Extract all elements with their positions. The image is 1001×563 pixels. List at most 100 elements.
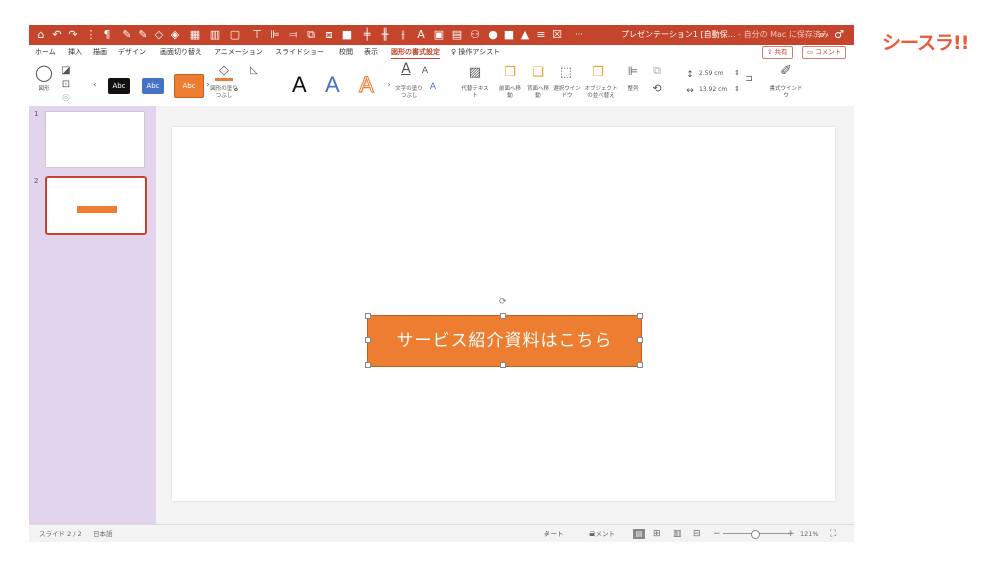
text-outline-icon[interactable]: A xyxy=(419,64,431,78)
zoom-out-icon[interactable]: − xyxy=(713,525,721,542)
comment-button[interactable]: ▭ コメント xyxy=(802,46,847,59)
shape-icon[interactable]: ◇ xyxy=(153,27,165,43)
text-direction-icon[interactable]: A xyxy=(415,27,427,43)
tab-view[interactable]: 表示 xyxy=(364,47,378,58)
tab-review[interactable]: 校閲 xyxy=(339,47,353,58)
bring-forward-icon[interactable]: ❐ xyxy=(501,66,519,80)
align-icon[interactable]: ⊫ xyxy=(625,64,641,78)
resize-handle-nw[interactable] xyxy=(365,313,371,319)
spacing-icon[interactable]: ⫲ xyxy=(397,27,409,43)
resize-handle-ne[interactable] xyxy=(637,313,643,319)
wordart-blue[interactable]: A xyxy=(325,72,340,98)
resize-handle-sw[interactable] xyxy=(365,362,371,368)
send-backward-icon[interactable]: ❏ xyxy=(529,66,547,80)
insert-shape-icon[interactable]: ◯ xyxy=(35,65,53,81)
wordart-orange[interactable]: A xyxy=(359,72,375,98)
assist[interactable]: ♀ 操作アシスト xyxy=(451,47,500,58)
height-stepper-icon[interactable]: ⇕ xyxy=(733,66,741,80)
tab-draw[interactable]: 描画 xyxy=(93,47,107,58)
tab-slideshow[interactable]: スライドショー xyxy=(275,47,324,58)
alt-text-icon[interactable]: ▨ xyxy=(467,66,483,80)
resize-handle-se[interactable] xyxy=(637,362,643,368)
pen-icon[interactable]: ✎ xyxy=(137,27,149,43)
share-button[interactable]: ⇪ 共有 xyxy=(762,46,793,59)
distribute-icon[interactable]: ╪ xyxy=(361,27,373,43)
normal-view-icon[interactable]: ▤ xyxy=(633,529,645,539)
record-icon[interactable]: ● xyxy=(487,27,499,43)
grid-icon[interactable]: ⋮ xyxy=(85,27,97,43)
paragraph-icon[interactable]: ¶ xyxy=(101,27,113,43)
slideshow-view-icon[interactable]: ⊟ xyxy=(693,525,701,542)
selection-pane-icon[interactable]: ⬚ xyxy=(557,66,575,80)
slide-canvas[interactable]: サービス紹介資料はこちら ⟳ xyxy=(172,127,835,501)
tab-animations[interactable]: アニメーション xyxy=(214,47,263,58)
resize-handle-s[interactable] xyxy=(500,362,506,368)
fit-slide-icon[interactable]: ⛶ xyxy=(830,525,836,542)
search-icon[interactable]: ⌕ xyxy=(816,27,828,43)
zoom-level[interactable]: 121% xyxy=(800,525,819,542)
thumbnail-shape xyxy=(77,206,117,213)
align-top-icon[interactable]: ⊤ xyxy=(251,27,263,43)
close-box-icon[interactable]: ☒ xyxy=(551,27,563,43)
home-icon[interactable]: ⌂ xyxy=(35,27,47,43)
shape-outline-icon[interactable]: ◺ xyxy=(247,64,261,78)
tab-design[interactable]: デザイン xyxy=(118,47,146,58)
distribute-v-icon[interactable]: ╫ xyxy=(379,27,391,43)
triangle-icon[interactable]: ▲ xyxy=(519,27,531,43)
tab-home[interactable]: ホーム xyxy=(35,47,56,58)
resize-handle-e[interactable] xyxy=(637,337,643,343)
style-preset-orange[interactable]: Abc xyxy=(174,74,204,98)
width-stepper-icon[interactable]: ⇕ xyxy=(733,82,741,96)
table-icon[interactable]: ▥ xyxy=(209,27,221,43)
zoom-slider-thumb[interactable] xyxy=(751,530,760,539)
textbox-icon[interactable]: ⊡ xyxy=(59,78,73,92)
format-pane-icon[interactable]: ✐ xyxy=(777,64,795,78)
tab-transitions[interactable]: 画面切り替え xyxy=(160,47,202,58)
fill-icon[interactable]: ◈ xyxy=(169,27,181,43)
rotate-handle-icon[interactable]: ⟳ xyxy=(499,297,507,307)
highlight-icon[interactable]: ✎ xyxy=(121,27,133,43)
zoom-in-icon[interactable]: + xyxy=(787,525,795,542)
resize-handle-n[interactable] xyxy=(500,313,506,319)
tab-insert[interactable]: 挿入 xyxy=(68,47,82,58)
line-icon[interactable]: ≡ xyxy=(535,27,547,43)
box-icon[interactable]: ▢ xyxy=(229,27,241,43)
align-left-icon[interactable]: ⊫ xyxy=(269,27,281,43)
style-preset-blue[interactable]: Abc xyxy=(142,78,164,94)
lock-ratio-icon[interactable]: ⊐ xyxy=(745,72,753,86)
text-fill-icon[interactable]: A xyxy=(398,62,414,76)
stop-icon[interactable]: ■ xyxy=(503,27,515,43)
reading-view-icon[interactable]: ▥ xyxy=(673,525,682,542)
layout-icon[interactable]: ▦ xyxy=(189,27,201,43)
resize-handle-w[interactable] xyxy=(365,337,371,343)
group-objects-icon: ⧉ xyxy=(653,64,661,77)
smartart-icon[interactable]: ⚇ xyxy=(469,27,481,43)
align-right-icon[interactable]: ⫤ xyxy=(287,27,299,43)
orange-rectangle-shape[interactable]: サービス紹介資料はこちら xyxy=(367,315,642,367)
chevron-left-icon[interactable]: ‹ xyxy=(91,78,99,92)
wordart-black[interactable]: A xyxy=(292,72,307,98)
shape-fill-icon[interactable]: ◇ xyxy=(215,64,233,81)
slide-sorter-icon[interactable]: ⊞ xyxy=(653,525,661,542)
text-effects-icon[interactable]: A xyxy=(427,80,439,94)
brand-logo: シースラ!! xyxy=(882,32,969,54)
shape-text[interactable]: サービス紹介資料はこちら xyxy=(397,331,613,351)
group-icon[interactable]: ⧉ xyxy=(305,27,317,43)
picture-icon[interactable]: ▣ xyxy=(433,27,445,43)
slide-thumbnail-1[interactable] xyxy=(45,111,145,168)
redo-icon[interactable]: ↷ xyxy=(67,27,79,43)
style-preset-black[interactable]: Abc xyxy=(108,78,130,94)
language[interactable]: 日本語 xyxy=(93,525,113,542)
tab-shape-format[interactable]: 図形の書式設定 xyxy=(391,47,440,59)
wordart-next-icon[interactable]: › xyxy=(385,78,393,92)
reorder-objects-icon[interactable]: ❒ xyxy=(589,66,607,80)
ungroup-icon[interactable]: ⧈ xyxy=(323,27,335,43)
more-icon[interactable]: ··· xyxy=(569,27,589,43)
slide-thumbnail-2[interactable] xyxy=(45,176,147,235)
undo-icon[interactable]: ↶ xyxy=(51,27,63,43)
account-icon[interactable]: ♂ xyxy=(833,27,845,43)
fill-square-icon[interactable]: ■ xyxy=(341,27,353,43)
rotate-icon[interactable]: ⟲ xyxy=(649,82,665,96)
edit-shape-icon[interactable]: ◪ xyxy=(59,64,73,78)
chart-icon[interactable]: ▤ xyxy=(451,27,463,43)
